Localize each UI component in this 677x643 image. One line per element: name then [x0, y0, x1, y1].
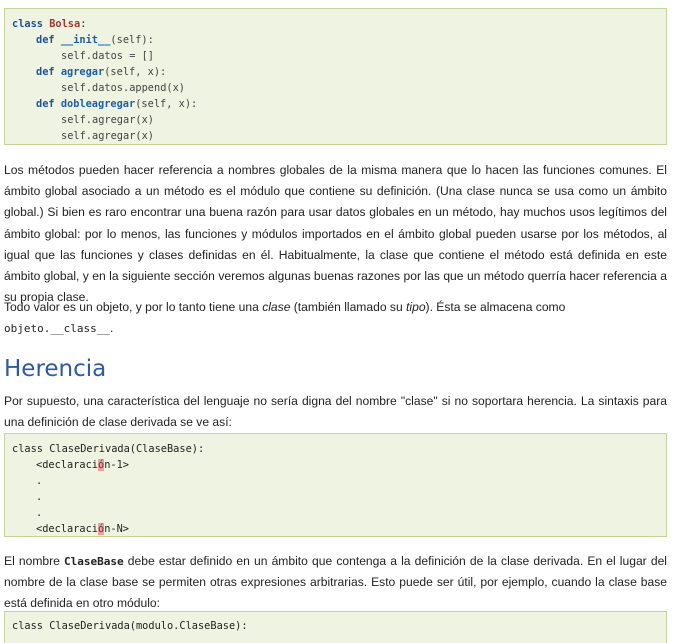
args: (self, x): [135, 98, 198, 110]
code-line: class ClaseDerivada(modulo.ClaseBase): [12, 620, 248, 632]
paragraph-clasebase: El nombre ClaseBase debe estar definido … [4, 551, 667, 615]
text: ). Ésta se almacena como [425, 300, 566, 314]
code-line: <declaración-N> [36, 521, 129, 537]
code-block-clase-derivada: class ClaseDerivada(ClaseBase): <declara… [4, 433, 667, 537]
code-line: . [36, 507, 43, 519]
text: <declaraci [36, 523, 98, 535]
code-line: self.datos = [] [61, 50, 154, 62]
section-heading-herencia: Herencia [4, 356, 107, 382]
class-name: Bolsa [49, 18, 81, 30]
function-name: agregar [60, 66, 105, 78]
inline-code: objeto.__class__ [4, 322, 110, 336]
emphasis-tipo: tipo [406, 300, 426, 314]
code-line: self.datos.append(x) [61, 82, 185, 94]
paragraph-todo-valor: Todo valor es un objeto, y por lo tanto … [4, 297, 667, 339]
code-line: self.agregar(x) [61, 130, 154, 142]
code-line: def __init__(self): [36, 32, 154, 48]
function-name: __init__ [60, 34, 111, 46]
keyword: class [12, 18, 43, 30]
text: n-N> [104, 523, 130, 535]
keyword: def [36, 98, 55, 110]
text: n-1> [104, 459, 130, 471]
function-name: dobleagregar [60, 98, 136, 110]
text: . [109, 321, 114, 336]
emphasis-clase: clase [262, 300, 291, 314]
code-block-modulo: class ClaseDerivada(modulo.ClaseBase): [4, 611, 667, 643]
code-line: . [36, 475, 43, 487]
inline-code: ClaseBase [64, 555, 124, 568]
keyword: def [36, 34, 55, 46]
args: (self): [110, 34, 154, 46]
colon: : [80, 18, 87, 30]
code-line: class Bolsa: [12, 16, 86, 32]
text: (también llamado su [290, 300, 407, 314]
text: <declaraci [36, 459, 98, 471]
paragraph-metodos-globales: Los métodos pueden hacer referencia a no… [4, 163, 667, 305]
args: (self, x): [104, 66, 167, 78]
keyword: def [36, 66, 55, 78]
code-line: . [36, 491, 43, 503]
code-block-bolsa: class Bolsa: def __init__(self): self.da… [4, 8, 667, 145]
paragraph-herencia-intro: Por supuesto, una característica del len… [4, 394, 667, 430]
code-line: <declaración-1> [36, 457, 129, 473]
code-line: self.agregar(x) [61, 114, 154, 126]
code-line: def agregar(self, x): [36, 64, 166, 80]
code-line: class ClaseDerivada(ClaseBase): [12, 443, 205, 455]
code-line: def dobleagregar(self, x): [36, 96, 197, 112]
text: Todo valor es un objeto, y por lo tanto … [4, 300, 263, 314]
text: El nombre [4, 554, 65, 568]
